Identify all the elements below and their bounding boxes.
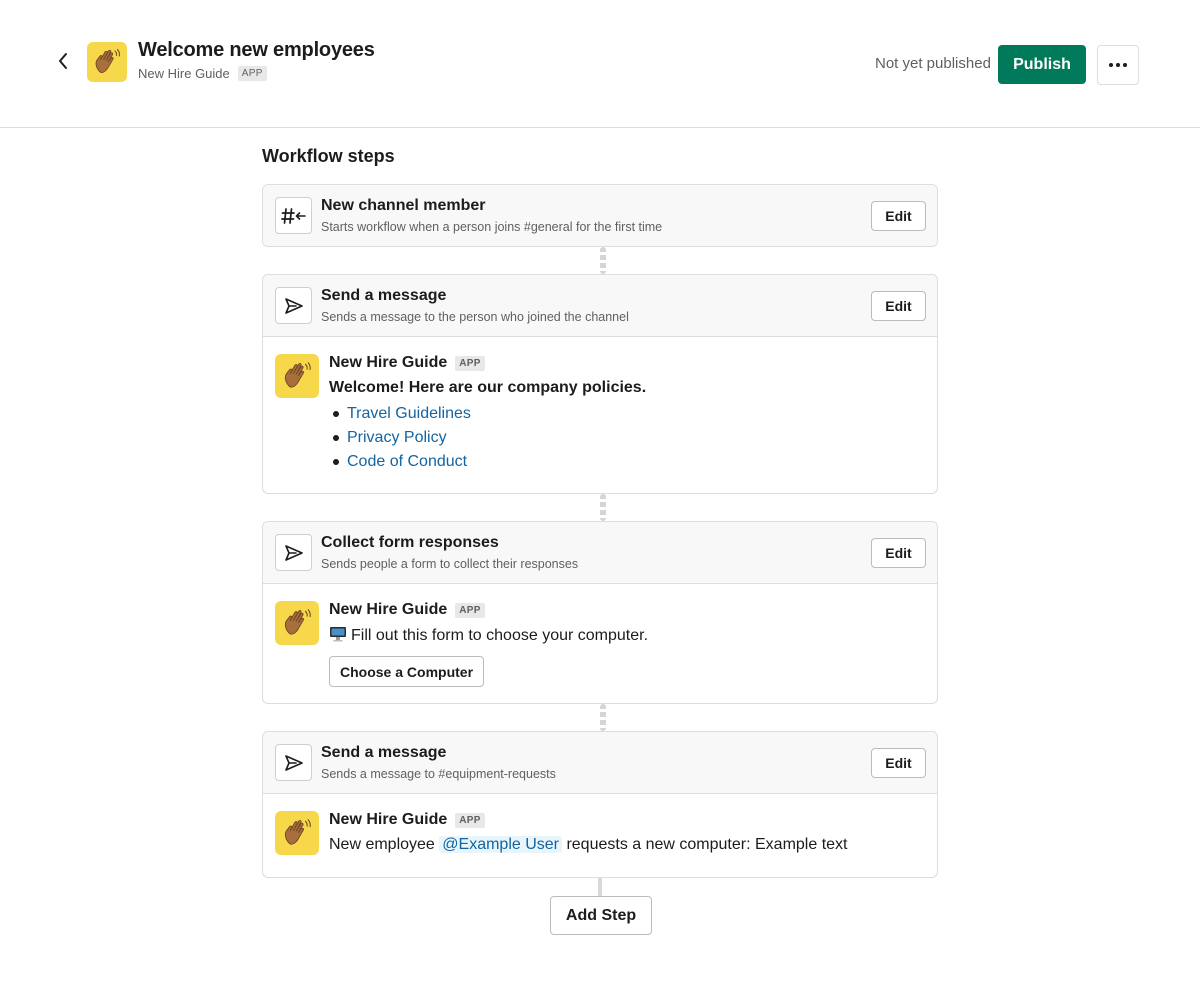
list-item: Travel Guidelines [333,405,471,423]
waving-hand-icon [95,49,120,73]
step-title: Send a message [321,287,447,304]
list-item: Code of Conduct [333,453,467,471]
app-badge: APP [455,602,485,618]
sender-name[interactable]: New Hire Guide [329,601,447,619]
message-sender: New Hire Guide APP [329,811,485,829]
more-horizontal-icon [1109,63,1127,67]
section-title: Workflow steps [262,146,395,166]
bullet-dot [333,411,339,417]
user-mention[interactable]: @Example User [439,836,562,853]
message-text-end: requests a new computer: Example text [566,836,848,853]
step-card-trigger: New channel member Starts workflow when … [262,184,938,247]
back-button[interactable] [52,49,74,73]
list-item: Privacy Policy [333,429,447,447]
channel-join-icon [280,207,306,224]
workflow-app-info: New Hire Guide APP [138,66,267,81]
step-header: Collect form responses Sends people a fo… [263,522,937,584]
send-icon [284,754,303,771]
message-sender: New Hire Guide APP [329,601,485,619]
bullet-dot [333,435,339,441]
policy-link[interactable]: Privacy Policy [347,429,447,447]
waving-hand-icon [284,362,311,388]
sender-name[interactable]: New Hire Guide [329,811,447,829]
app-badge: APP [455,812,485,828]
step-header: New channel member Starts workflow when … [263,185,937,246]
step-card-collect-form: Collect form responses Sends people a fo… [262,521,938,704]
bullet-dot [333,459,339,465]
waving-hand-icon [284,609,311,635]
edit-button[interactable]: Edit [871,201,926,231]
step-connector [598,878,602,896]
publish-status: Not yet published [875,55,991,72]
app-name: New Hire Guide [138,66,230,81]
send-icon [284,297,303,314]
waving-hand-icon [284,819,311,845]
sender-name[interactable]: New Hire Guide [329,354,447,372]
step-header: Send a message Sends a message to #equip… [263,732,937,794]
step-card-send-message-2: Send a message Sends a message to #equip… [262,731,938,878]
step-connector [600,704,606,731]
step-header: Send a message Sends a message to the pe… [263,275,937,337]
policy-link[interactable]: Code of Conduct [347,453,467,471]
sender-avatar [275,354,319,398]
step-description: Sends a message to the person who joined… [321,310,629,324]
step-description: Sends a message to #equipment-requests [321,767,556,781]
header: Welcome new employees New Hire Guide APP… [0,0,1200,128]
step-title: Send a message [321,744,447,761]
app-avatar [87,42,127,82]
edit-button[interactable]: Edit [871,538,926,568]
app-badge: APP [237,66,267,81]
message-line: New employee @Example User requests a ne… [329,836,847,854]
step-icon-box [275,287,312,324]
step-icon-box [275,744,312,781]
step-title: New channel member [321,197,486,214]
desktop-computer-icon [330,627,346,642]
step-connector [600,247,606,274]
message-line: Fill out this form to choose your comput… [329,626,648,645]
chevron-left-icon [59,53,67,69]
send-icon [284,544,303,561]
add-step-button[interactable]: Add Step [550,896,652,935]
step-icon-box [275,534,312,571]
publish-button[interactable]: Publish [998,45,1086,84]
message-text-start: New employee [329,836,435,853]
workflow-title: Welcome new employees [138,39,375,61]
edit-button[interactable]: Edit [871,291,926,321]
step-title: Collect form responses [321,534,499,551]
message-text: Welcome! Here are our company policies. [329,379,647,396]
choose-computer-button[interactable]: Choose a Computer [329,656,485,687]
step-icon-box [275,197,312,234]
app-badge: APP [455,355,485,371]
step-description: Sends people a form to collect their res… [321,557,579,571]
sender-avatar [275,601,319,645]
message-sender: New Hire Guide APP [329,354,485,372]
step-connector [600,494,606,521]
step-card-send-message: Send a message Sends a message to the pe… [262,274,938,494]
sender-avatar [275,811,319,855]
step-description: Starts workflow when a person joins #gen… [321,220,663,234]
edit-button[interactable]: Edit [871,748,926,778]
more-options-button[interactable] [1097,45,1139,85]
policy-link[interactable]: Travel Guidelines [347,405,471,423]
message-text: Fill out this form to choose your comput… [351,627,649,644]
